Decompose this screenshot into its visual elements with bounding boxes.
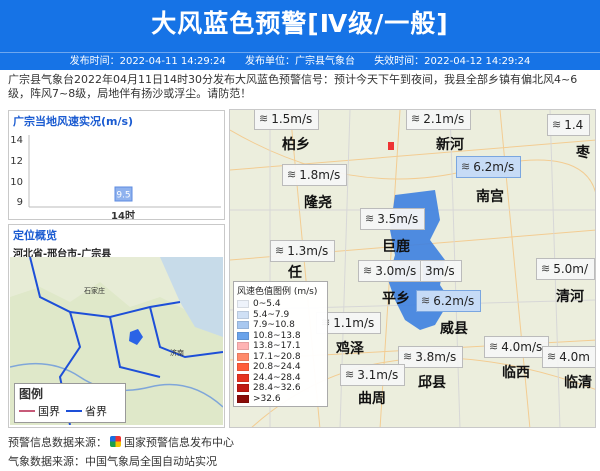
town-label: 临清	[564, 375, 592, 391]
wind-reading[interactable]: ≋ 1.8m/s	[282, 164, 348, 186]
town-label: 枣	[576, 145, 590, 161]
town-label: 巨鹿	[382, 239, 410, 255]
wind-reading[interactable]: ≋ 3.0m/s	[358, 260, 424, 282]
published-time: 发布时间：2022-04-11 14:29:24	[69, 56, 226, 67]
town-label: 任	[288, 265, 302, 281]
national-border-swatch	[19, 410, 35, 412]
town-label: 隆尧	[304, 195, 332, 211]
location-overview-panel: 定位概览 河北省-邢台市-广宗县 石家庄 济南 图例 国界 省界	[8, 224, 225, 428]
ytick-12: 12	[10, 156, 23, 167]
overview-minimap[interactable]: 石家庄 济南 图例 国界 省界	[10, 257, 223, 425]
minimap-label-jinan: 济南	[170, 348, 184, 357]
wind-map[interactable]: ≋ 1.5m/s ≋ 2.1m/s ≋ 1.4 ≋ 1.8m/s ≋ 6.2m/s ≋ 3.…	[229, 109, 596, 428]
town-label: 临西	[502, 365, 530, 381]
wind-reading[interactable]: ≋ 3.8m/s	[398, 346, 464, 368]
legend-item-province-border: 省界	[66, 403, 107, 419]
map-legend: 图例 国界 省界	[14, 383, 126, 423]
town-label: 南宫	[476, 189, 504, 205]
point-label: 9.5	[116, 191, 130, 201]
warning-source-line: 预警信息数据来源： 国家预警信息发布中心	[8, 436, 234, 449]
warning-meta-bar: 发布时间：2022-04-11 14:29:24 发布单位：广宗县气象台 失效时…	[0, 52, 600, 70]
town-label: 柏乡	[282, 137, 310, 153]
wind-reading[interactable]: 3m/s	[420, 260, 462, 282]
town-label: 清河	[556, 289, 584, 305]
legend-title: 图例	[19, 387, 44, 401]
ytick-9: 9	[17, 197, 23, 208]
publishing-unit: 发布单位：广宗县气象台	[245, 56, 355, 67]
legend-item-national-border: 国界	[19, 403, 60, 419]
ytick-10: 10	[10, 177, 23, 188]
x-tick-14h: 14时	[111, 209, 135, 219]
minimap-label-shijiazhuang: 石家庄	[84, 286, 105, 295]
wind-reading[interactable]: ≋ 1.5m/s	[254, 110, 320, 130]
wind-legend-title: 风速色值图例 (m/s)	[237, 287, 318, 297]
warning-center-logo-icon	[110, 436, 121, 447]
province-border-swatch	[66, 410, 82, 412]
wind-reading[interactable]: ≋ 3.5m/s	[360, 208, 426, 230]
wind-reading[interactable]: ≋ 6.2m/s	[456, 156, 522, 178]
town-label: 威县	[440, 321, 468, 337]
weather-source-line: 气象数据来源：中国气象局全国自动站实况	[8, 455, 217, 468]
town-label: 鸡泽	[336, 341, 364, 357]
ytick-14: 14	[10, 135, 23, 146]
wind-reading[interactable]: ≋ 5.0m/	[536, 258, 595, 280]
wind-reading[interactable]: ≋ 1.4	[547, 114, 591, 136]
wind-reading[interactable]: ≋ 4.0m	[542, 346, 595, 368]
location-title: 定位概览	[13, 229, 57, 242]
town-label: 新河	[436, 137, 464, 153]
wind-reading[interactable]: ≋ 1.3m/s	[270, 240, 336, 262]
wind-reading[interactable]: ≋ 4.0m/s	[484, 336, 550, 358]
wind-reading[interactable]: ≋ 3.1m/s	[340, 364, 406, 386]
wind-reading[interactable]: ≋ 6.2m/s	[416, 290, 482, 312]
wind-reading[interactable]: ≋ 2.1m/s	[406, 110, 472, 130]
expiry-time: 失效时间：2022-04-12 14:29:24	[374, 56, 531, 67]
wind-speed-chart-panel: 广宗当地风速实况(m/s) 14 12 10 9 9.5 14时	[8, 110, 225, 222]
wind-speed-chart: 14 12 10 9 9.5 14时	[10, 135, 221, 222]
town-label: 曲周	[358, 391, 386, 407]
wind-color-legend: 风速色值图例 (m/s) 0~5.4 5.4~7.9 7.9~10.8 10.8…	[233, 281, 328, 407]
town-label: 平乡	[382, 291, 410, 307]
town-label: 邱县	[418, 375, 446, 391]
warning-description: 广宗县气象台2022年04月11日14时30分发布大风蓝色预警信号：预计今天下午…	[8, 73, 578, 100]
warning-title: 大风蓝色预警[Ⅳ级/一般]	[0, 0, 600, 52]
warning-center-link[interactable]: 国家预警信息发布中心	[124, 436, 234, 449]
wind-chart-title: 广宗当地风速实况(m/s)	[13, 115, 134, 128]
